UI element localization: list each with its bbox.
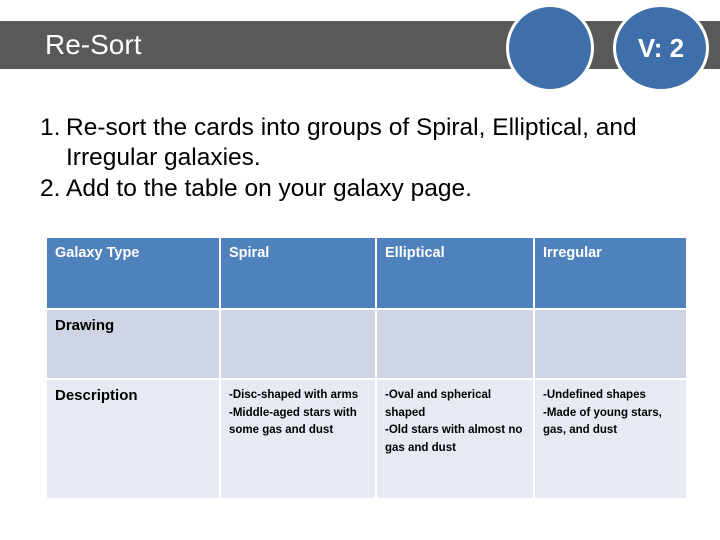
description-line: -Oval and spherical shaped [385, 389, 492, 419]
cell-drawing-spiral[interactable] [221, 310, 375, 378]
description-line: -Made of young stars, gas, and dust [543, 406, 662, 437]
page-title: Re-Sort [45, 29, 142, 60]
column-header-irregular: Irregular [535, 238, 686, 308]
column-header-spiral: Spiral [221, 238, 375, 308]
cell-description-irregular: -Undefined shapes -Made of young stars, g… [535, 380, 686, 498]
table-row: Drawing [47, 310, 686, 378]
cell-description-elliptical: -Oval and spherical shaped -Old stars wit… [377, 380, 533, 498]
cell-drawing-elliptical[interactable] [377, 310, 533, 378]
description-line: -Undefined shapes [543, 389, 646, 401]
column-header-galaxy-type: Galaxy Type [47, 238, 219, 308]
table-row: Description -Disc-shaped with arms -Middl… [47, 380, 686, 498]
instruction-item-2: Add to the table on your galaxy page. [40, 174, 472, 204]
cell-drawing-irregular[interactable] [535, 310, 686, 378]
description-line: -Middle-aged stars with some gas and dus… [229, 406, 357, 437]
galaxy-table: Galaxy Type Spiral Elliptical Irregular … [45, 236, 688, 500]
table-header-row: Galaxy Type Spiral Elliptical Irregular [47, 238, 686, 308]
instruction-list: Re-sort the cards into groups of Spiral,… [10, 113, 700, 205]
column-header-elliptical: Elliptical [377, 238, 533, 308]
version-badge-label: V: 2 [637, 32, 685, 63]
description-line: -Disc-shaped with arms [229, 389, 359, 401]
cell-description-spiral: -Disc-shaped with arms -Middle-aged stars… [221, 380, 375, 498]
instruction-item-1: Re-sort the cards into groups of Spiral,… [40, 113, 637, 171]
description-line: -Old stars with almost no gas and dust [385, 424, 523, 454]
decorative-circle [506, 4, 594, 92]
row-label-description: Description [47, 380, 219, 498]
version-badge: V: 2 [613, 4, 709, 92]
row-label-drawing: Drawing [47, 310, 219, 378]
